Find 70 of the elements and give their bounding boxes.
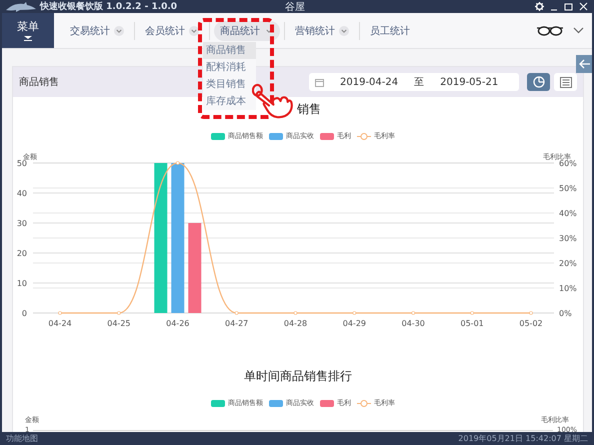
dropdown-item[interactable]: 类目销售: [203, 76, 256, 93]
chart-title: 单时间商品销售排行: [243, 368, 353, 385]
axis-tick-label: 10: [16, 279, 27, 288]
legend-swatch: [320, 132, 334, 140]
legend-swatch: [269, 132, 283, 140]
line-point: [234, 311, 238, 315]
axis-tick-label: 10%: [559, 284, 577, 293]
function-map-link[interactable]: 功能地图: [6, 433, 38, 444]
axis-tick-label: 50%: [559, 184, 577, 193]
axis-tick-label: 60%: [559, 159, 577, 168]
nav-tab[interactable]: 营销统计: [289, 20, 355, 40]
axis-tick-label: 20: [16, 249, 27, 258]
line-point: [58, 311, 62, 315]
nav-tab[interactable]: 商品统计: [214, 20, 280, 40]
chart-view-button[interactable]: [527, 73, 550, 91]
close-icon[interactable]: [579, 2, 588, 11]
axis-tick-label: 20%: [559, 259, 577, 268]
chevron-down-icon[interactable]: [573, 27, 584, 34]
dropdown-item[interactable]: 配料消耗: [203, 59, 256, 76]
line-point: [352, 311, 356, 315]
chart-title: 销售: [297, 102, 321, 116]
panel-title: 商品销售: [19, 76, 59, 89]
date-range-field[interactable]: 2019-04-24 至 2019-05-21: [309, 73, 519, 91]
axis-tick-label: 04-29: [342, 319, 366, 328]
line-point: [529, 311, 533, 315]
settings-icon[interactable]: [535, 2, 544, 11]
axis-tick-label: 04-26: [166, 319, 190, 328]
axis-tick-label: 04-30: [402, 319, 425, 328]
legend-swatch: [211, 132, 225, 140]
maximize-icon[interactable]: [564, 2, 573, 11]
axis-tick-label: 30%: [559, 234, 577, 243]
line-point: [176, 161, 180, 165]
axis-tick-label: 04-27: [225, 319, 248, 328]
axis-tick-label: 04-24: [48, 319, 72, 328]
pie-chart-icon: [532, 76, 544, 88]
menu-button[interactable]: 菜单: [2, 13, 54, 48]
menu-caret-icon: [24, 36, 32, 42]
axis-tick-label: 0%: [559, 309, 572, 318]
line-point: [411, 311, 416, 315]
date-separator: 至: [414, 76, 424, 89]
arrow-left-icon: [579, 59, 591, 69]
nav-tab[interactable]: 会员统计: [139, 20, 205, 40]
axis-tick-label: 40: [16, 189, 27, 198]
calendar-icon: [315, 78, 324, 86]
axis-tick-label: 40%: [559, 209, 577, 218]
line-point: [470, 311, 474, 315]
app-title: 快速收银餐饮版 1.0.2.2 - 1.0.0: [40, 0, 178, 13]
shark-logo-icon: [6, 2, 36, 12]
line-point: [294, 311, 298, 315]
dropdown-item[interactable]: 库存成本: [203, 93, 256, 110]
axis-tick-label: 04-25: [107, 319, 130, 328]
list-view-button[interactable]: [554, 73, 577, 91]
axis-tick-label: 30: [16, 219, 27, 228]
dropdown-item[interactable]: 商品销售: [203, 42, 256, 59]
axis-tick-label: 05-02: [519, 319, 543, 328]
nav-tab[interactable]: 交易统计: [64, 20, 130, 40]
axis-tick-label: 05-01: [460, 319, 484, 328]
list-icon: [560, 76, 572, 88]
end-date: 2019-05-21: [440, 76, 498, 88]
glasses-avatar-icon[interactable]: [537, 24, 563, 36]
back-arrow-button[interactable]: [576, 55, 592, 73]
axis-tick-label: 0: [22, 309, 27, 318]
legend-line-icon: [357, 132, 371, 140]
nav-tab[interactable]: 员工统计: [364, 20, 416, 40]
store-name: 谷屋: [285, 0, 305, 14]
line-point: [117, 311, 121, 315]
axis-tick-label: 04-28: [284, 319, 308, 328]
axis-tick-label: 50: [16, 159, 27, 168]
start-date: 2019-04-24: [340, 76, 398, 88]
status-datetime: 2019年05月21日 15:42:07 星期二: [458, 433, 588, 444]
